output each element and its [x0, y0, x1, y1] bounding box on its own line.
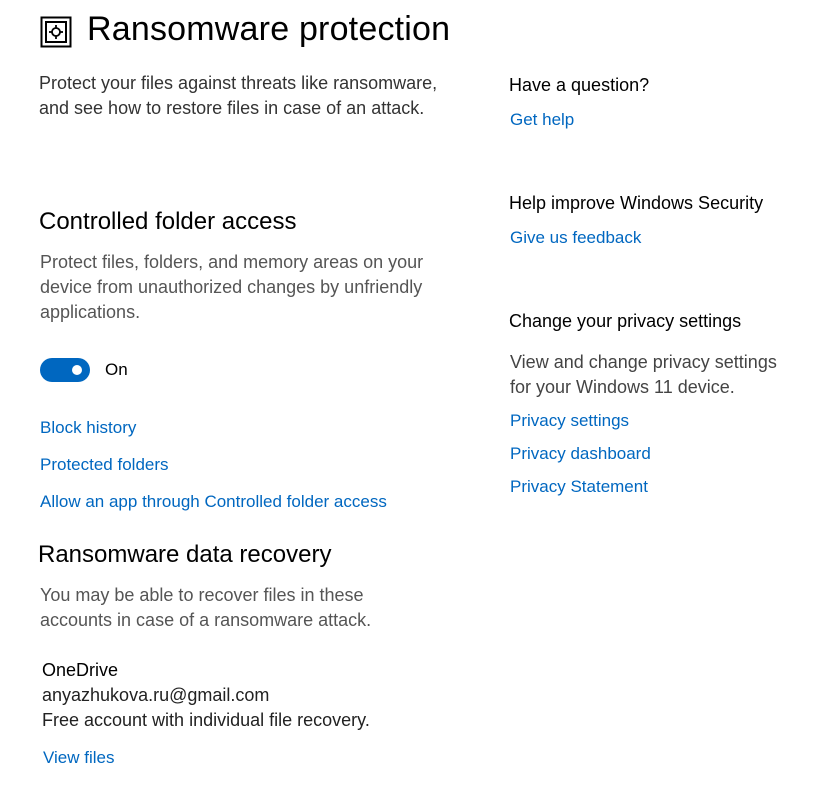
give-feedback-link[interactable]: Give us feedback	[510, 228, 641, 248]
data-recovery-description: You may be able to recover files in thes…	[40, 585, 372, 630]
onedrive-account-block: OneDrive anyazhukova.ru@gmail.com Free a…	[42, 658, 370, 733]
controlled-folder-access-description: Protect files, folders, and memory areas…	[40, 252, 424, 322]
controlled-folder-access-heading: Controlled folder access	[39, 208, 297, 235]
privacy-description: View and change privacy settings for you…	[510, 352, 777, 397]
view-files-link[interactable]: View files	[43, 748, 115, 768]
protected-folders-link[interactable]: Protected folders	[40, 455, 169, 475]
get-help-link[interactable]: Get help	[510, 110, 574, 130]
onedrive-account-email: anyazhukova.ru@gmail.com	[42, 685, 270, 705]
help-improve-heading: Help improve Windows Security	[509, 193, 764, 213]
have-a-question-heading: Have a question?	[509, 75, 650, 95]
ransomware-shield-safe-icon	[40, 16, 72, 48]
privacy-dashboard-link[interactable]: Privacy dashboard	[510, 444, 651, 464]
allow-app-link[interactable]: Allow an app through Controlled folder a…	[40, 492, 387, 512]
privacy-settings-link[interactable]: Privacy settings	[510, 411, 629, 431]
controlled-folder-access-toggle[interactable]	[40, 358, 90, 382]
intro-text: Protect your files against threats like …	[39, 73, 438, 118]
controlled-folder-access-toggle-row: On	[40, 357, 128, 383]
privacy-settings-heading: Change your privacy settings	[509, 311, 742, 331]
onedrive-service-name: OneDrive	[42, 660, 119, 680]
toggle-knob	[72, 365, 82, 375]
privacy-statement-link[interactable]: Privacy Statement	[510, 477, 648, 497]
onedrive-plan: Free account with individual file recove…	[42, 710, 370, 730]
page-title: Ransomware protection	[87, 10, 451, 48]
ransomware-protection-page: Ransomware protection Protect your files…	[0, 0, 817, 787]
block-history-link[interactable]: Block history	[40, 418, 136, 438]
data-recovery-heading: Ransomware data recovery	[38, 541, 332, 568]
toggle-state-label: On	[105, 360, 128, 379]
